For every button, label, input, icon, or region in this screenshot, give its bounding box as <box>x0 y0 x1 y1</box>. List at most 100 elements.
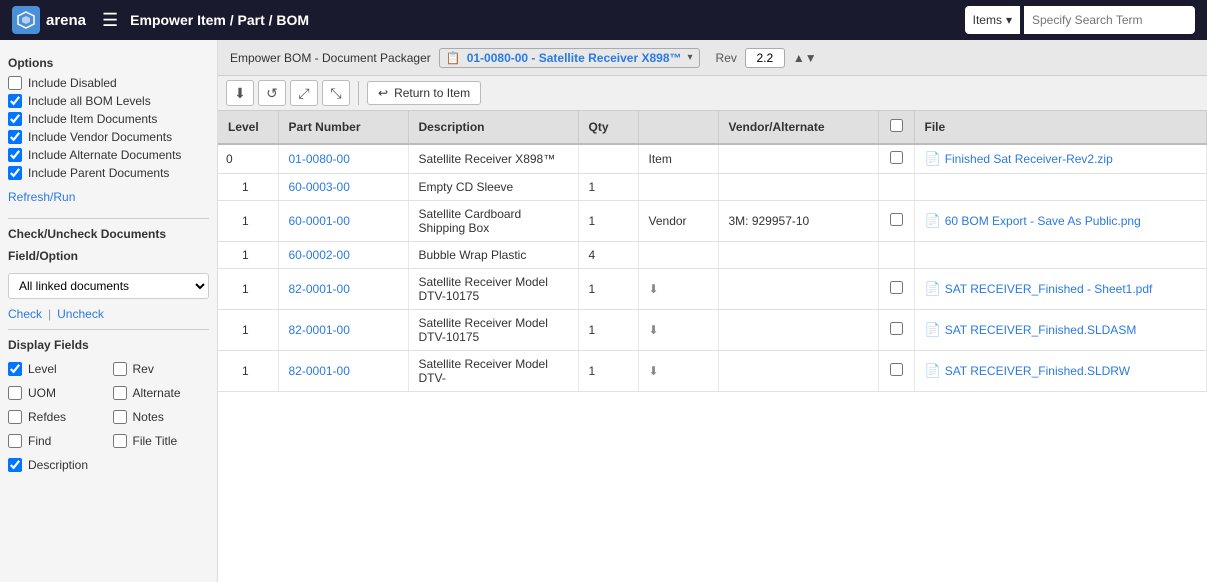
df-file-title[interactable]: File Title <box>113 434 210 448</box>
item-dropdown-arrow[interactable]: ▾ <box>688 52 693 63</box>
cell-level: 1 <box>218 242 278 269</box>
file-link[interactable]: 📄 Finished Sat Receiver-Rev2.zip <box>925 151 1197 167</box>
df-level-input[interactable] <box>8 362 22 376</box>
expand-button[interactable]: ⤢ <box>290 80 318 106</box>
df-find[interactable]: Find <box>8 434 105 448</box>
rev-stepper[interactable]: ▲▼ <box>793 51 817 65</box>
part-number-link[interactable]: 60-0003-00 <box>289 180 350 194</box>
include-disabled-checkbox[interactable]: Include Disabled <box>8 76 209 90</box>
cell-vendor <box>718 242 878 269</box>
refresh-icon: ↺ <box>266 85 278 102</box>
df-find-input[interactable] <box>8 434 22 448</box>
cell-checkbox <box>878 310 914 351</box>
cell-qty: 1 <box>578 310 638 351</box>
include-vendor-docs-input[interactable] <box>8 130 22 144</box>
part-number-link[interactable]: 60-0002-00 <box>289 248 350 262</box>
part-number-link[interactable]: 82-0001-00 <box>289 364 350 378</box>
file-icon: 📄 <box>925 151 941 167</box>
row-checkbox[interactable] <box>890 213 903 226</box>
cell-level: 1 <box>218 174 278 201</box>
cell-qty: 1 <box>578 201 638 242</box>
cell-description: Satellite Receiver Model DTV- <box>408 351 578 392</box>
df-uom-input[interactable] <box>8 386 22 400</box>
cell-type <box>638 174 718 201</box>
table-row: 001-0080-00Satellite Receiver X898™Item📄… <box>218 144 1207 174</box>
file-icon: 📄 <box>925 213 941 229</box>
df-alternate[interactable]: Alternate <box>113 386 210 400</box>
df-alternate-input[interactable] <box>113 386 127 400</box>
df-refdes-input[interactable] <box>8 410 22 424</box>
bom-table-container[interactable]: Level Part Number Description Qty Vendor… <box>218 111 1207 582</box>
file-link[interactable]: 📄 SAT RECEIVER_Finished.SLDASM <box>925 322 1197 338</box>
cell-description: Satellite Receiver Model DTV-10175 <box>408 310 578 351</box>
include-disabled-input[interactable] <box>8 76 22 90</box>
refresh-button[interactable]: ↺ <box>258 80 286 106</box>
collapse-button[interactable]: ⤡ <box>322 80 350 106</box>
item-chip: 📋 01-0080-00 - Satellite Receiver X898™ … <box>439 48 700 68</box>
df-rev[interactable]: Rev <box>113 362 210 376</box>
download-button[interactable]: ⬇ <box>226 80 254 106</box>
return-to-item-button[interactable]: ↩ Return to Item <box>367 81 481 105</box>
df-file-title-label: File Title <box>133 434 178 448</box>
expand-icon: ⤢ <box>298 85 309 102</box>
include-item-docs-checkbox[interactable]: Include Item Documents <box>8 112 209 126</box>
return-icon: ↩ <box>378 86 388 100</box>
df-level[interactable]: Level <box>8 362 105 376</box>
hamburger-menu[interactable]: ☰ <box>102 10 118 31</box>
cell-file <box>914 174 1207 201</box>
include-all-bom-checkbox[interactable]: Include all BOM Levels <box>8 94 209 108</box>
col-header-vendor: Vendor/Alternate <box>718 111 878 144</box>
include-all-bom-input[interactable] <box>8 94 22 108</box>
sidebar: Options Include Disabled Include all BOM… <box>0 40 218 582</box>
df-notes[interactable]: Notes <box>113 410 210 424</box>
include-vendor-docs-checkbox[interactable]: Include Vendor Documents <box>8 130 209 144</box>
table-row: 182-0001-00Satellite Receiver Model DTV-… <box>218 269 1207 310</box>
item-number-link[interactable]: 01-0080-00 - Satellite Receiver X898™ <box>467 51 682 65</box>
df-rev-input[interactable] <box>113 362 127 376</box>
logo-text: arena <box>46 12 86 29</box>
cell-description: Satellite Cardboard Shipping Box <box>408 201 578 242</box>
refresh-run-link[interactable]: Refresh/Run <box>8 190 75 204</box>
df-file-title-input[interactable] <box>113 434 127 448</box>
df-uom[interactable]: UOM <box>8 386 105 400</box>
toolbar-divider <box>358 81 359 105</box>
cell-part-number: 60-0003-00 <box>278 174 408 201</box>
include-parent-docs-input[interactable] <box>8 166 22 180</box>
df-description[interactable]: Description <box>8 458 105 472</box>
search-type-dropdown[interactable]: Items ▾ <box>965 6 1020 34</box>
rev-input[interactable] <box>745 48 785 68</box>
include-alternate-docs-checkbox[interactable]: Include Alternate Documents <box>8 148 209 162</box>
uncheck-link[interactable]: Uncheck <box>57 307 104 321</box>
df-uom-label: UOM <box>28 386 56 400</box>
file-link[interactable]: 📄 SAT RECEIVER_Finished - Sheet1.pdf <box>925 281 1197 297</box>
field-option-dropdown[interactable]: All linked documents <box>8 273 209 299</box>
df-refdes[interactable]: Refdes <box>8 410 105 424</box>
row-checkbox[interactable] <box>890 281 903 294</box>
include-parent-docs-checkbox[interactable]: Include Parent Documents <box>8 166 209 180</box>
row-checkbox[interactable] <box>890 363 903 376</box>
select-all-checkbox[interactable] <box>890 119 903 132</box>
file-link[interactable]: 📄 SAT RECEIVER_Finished.SLDRW <box>925 363 1197 379</box>
df-description-input[interactable] <box>8 458 22 472</box>
df-notes-input[interactable] <box>113 410 127 424</box>
row-checkbox[interactable] <box>890 322 903 335</box>
part-number-link[interactable]: 82-0001-00 <box>289 282 350 296</box>
row-type-icon: ⬇ <box>649 323 659 337</box>
cell-description: Satellite Receiver X898™ <box>408 144 578 174</box>
file-link[interactable]: 📄 60 BOM Export - Save As Public.png <box>925 213 1197 229</box>
part-number-link[interactable]: 01-0080-00 <box>289 152 350 166</box>
part-number-link[interactable]: 60-0001-00 <box>289 214 350 228</box>
cell-part-number: 60-0002-00 <box>278 242 408 269</box>
include-item-docs-input[interactable] <box>8 112 22 126</box>
include-alternate-docs-input[interactable] <box>8 148 22 162</box>
col-header-check[interactable] <box>878 111 914 144</box>
cell-level: 1 <box>218 351 278 392</box>
check-link[interactable]: Check <box>8 307 42 321</box>
cell-file: 📄 60 BOM Export - Save As Public.png <box>914 201 1207 242</box>
cell-part-number: 82-0001-00 <box>278 269 408 310</box>
part-number-link[interactable]: 82-0001-00 <box>289 323 350 337</box>
row-checkbox[interactable] <box>890 151 903 164</box>
search-input[interactable] <box>1024 6 1195 34</box>
cell-vendor <box>718 269 878 310</box>
table-row: 160-0003-00Empty CD Sleeve1 <box>218 174 1207 201</box>
